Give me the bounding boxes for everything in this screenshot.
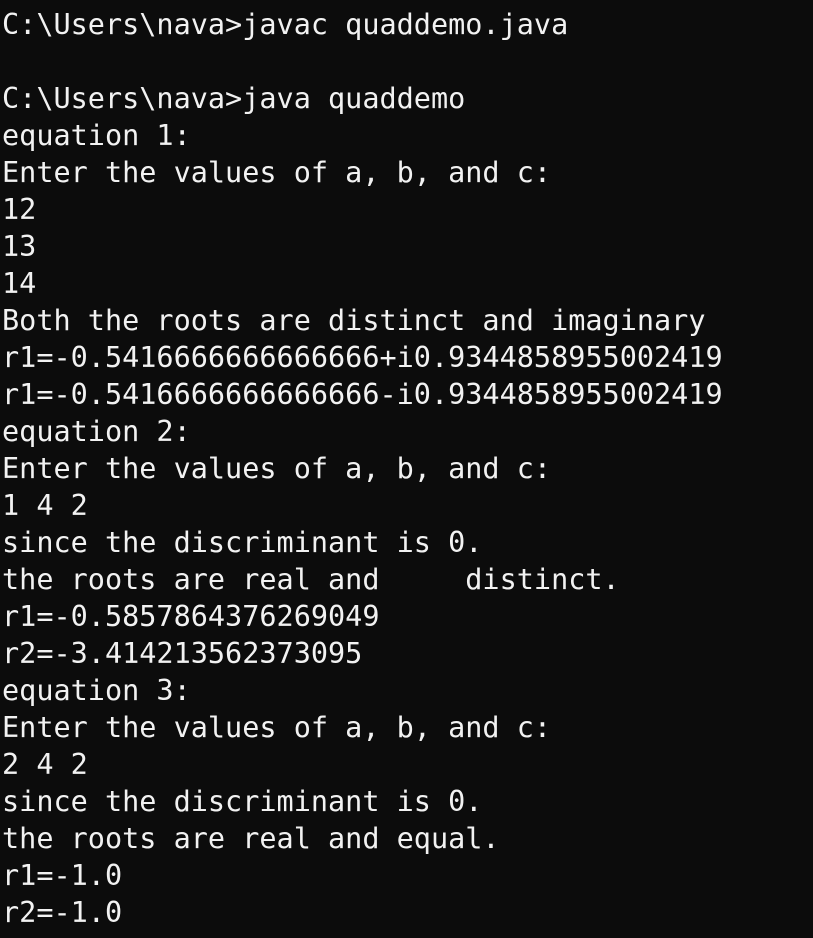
terminal-line-equation-3-header: equation 3:: [2, 674, 191, 707]
terminal-line-input-a: 12: [2, 193, 37, 226]
terminal-line-root-2: r1=-0.5416666666666666-i0.93448589550024…: [2, 378, 723, 411]
terminal-line-prompt: Enter the values of a, b, and c:: [2, 711, 552, 744]
terminal-window[interactable]: C:\Users\nava>javac quaddemo.java C:\Use…: [0, 0, 813, 938]
terminal-line-java-command: C:\Users\nava>java quaddemo: [2, 82, 466, 115]
terminal-line-root-2: r2=-1.0: [2, 896, 123, 929]
terminal-line-input-c: 14: [2, 267, 37, 300]
terminal-line-root-1: r1=-0.5416666666666666+i0.93448589550024…: [2, 341, 723, 374]
terminal-line-result-message: the roots are real and equal.: [2, 822, 500, 855]
terminal-line-input-values: 2 4 2: [2, 748, 88, 781]
terminal-line-input-b: 13: [2, 230, 37, 263]
terminal-line-root-2: r2=-3.414213562373095: [2, 637, 363, 670]
terminal-line-root-1: r1=-1.0: [2, 859, 123, 892]
terminal-line-discriminant-message: since the discriminant is 0.: [2, 526, 483, 559]
terminal-line-javac-command: C:\Users\nava>javac quaddemo.java: [2, 8, 569, 41]
terminal-line-equation-1-header: equation 1:: [2, 119, 191, 152]
terminal-line-result-message: the roots are real and distinct.: [2, 563, 620, 596]
terminal-line-root-1: r1=-0.5857864376269049: [2, 600, 380, 633]
terminal-line-prompt: Enter the values of a, b, and c:: [2, 452, 552, 485]
terminal-line-discriminant-message: since the discriminant is 0.: [2, 785, 483, 818]
terminal-line-equation-2-header: equation 2:: [2, 415, 191, 448]
terminal-line-result-message: Both the roots are distinct and imaginar…: [2, 304, 706, 337]
terminal-line-prompt: Enter the values of a, b, and c:: [2, 156, 552, 189]
terminal-line-input-values: 1 4 2: [2, 489, 88, 522]
